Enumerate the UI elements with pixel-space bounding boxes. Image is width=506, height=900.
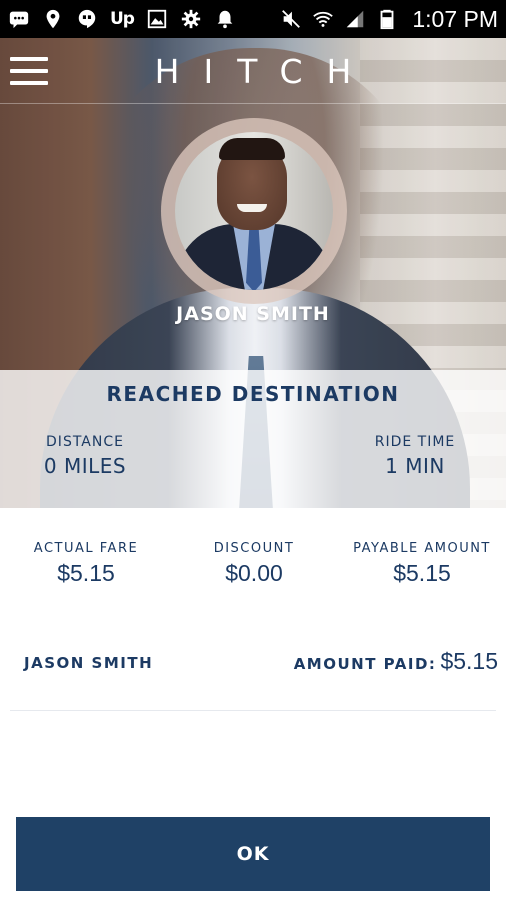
amount-paid-value: $5.15 [440,648,498,674]
distance-stat: DISTANCE 0 MILES [30,434,140,478]
battery-icon [376,8,398,30]
actual-fare-label: ACTUAL FARE [33,541,139,556]
notification-bell-icon [214,8,236,30]
amount-paid-label: AMOUNT PAID: [293,655,437,673]
wifi-icon [312,8,334,30]
driver-name: JASON SMITH [176,303,330,325]
summary-driver-name: JASON SMITH [24,654,154,672]
amount-paid: AMOUNT PAID: $5.15 [294,648,498,675]
avatar-smile [237,204,267,212]
ok-button[interactable]: OK [16,817,490,891]
ride-time-stat: RIDE TIME 1 MIN [360,434,470,478]
divider [10,710,496,711]
trip-status-title: REACHED DESTINATION [106,382,400,406]
discount: DISCOUNT $0.00 [188,541,320,587]
payable-amount: PAYABLE AMOUNT $5.15 [336,541,506,587]
distance-value: 0 MILES [43,454,127,478]
distance-label: DISTANCE [46,434,124,450]
driver-avatar [175,132,333,290]
actual-fare-value: $5.15 [57,560,115,586]
actual-fare: ACTUAL FARE $5.15 [14,541,158,587]
signal-icon [344,8,366,30]
discount-label: DISCOUNT [213,541,295,556]
mute-icon [280,8,302,30]
image-icon [146,8,168,30]
location-icon [42,8,64,30]
hangouts-icon [76,8,98,30]
app-bar: HITCH [0,38,506,104]
trip-status-panel: REACHED DESTINATION DISTANCE 0 MILES RID… [0,370,506,508]
payable-amount-label: PAYABLE AMOUNT [353,541,491,556]
ride-time-label: RIDE TIME [374,434,456,450]
app-title: HITCH [154,52,376,91]
status-time: 1:07 PM [412,5,498,32]
message-icon [8,8,30,30]
payment-summary: JASON SMITH AMOUNT PAID: $5.15 [0,648,506,684]
discount-value: $0.00 [225,560,283,586]
ride-time-value: 1 MIN [385,454,445,478]
settings-icon [180,8,202,30]
up-app-icon: Up [110,9,135,29]
status-bar: Up 1:07 PM [0,0,506,38]
payable-amount-value: $5.15 [393,560,451,586]
avatar-hair [219,138,285,160]
status-bar-notifications: Up [8,8,236,30]
status-bar-system: 1:07 PM [280,6,498,33]
